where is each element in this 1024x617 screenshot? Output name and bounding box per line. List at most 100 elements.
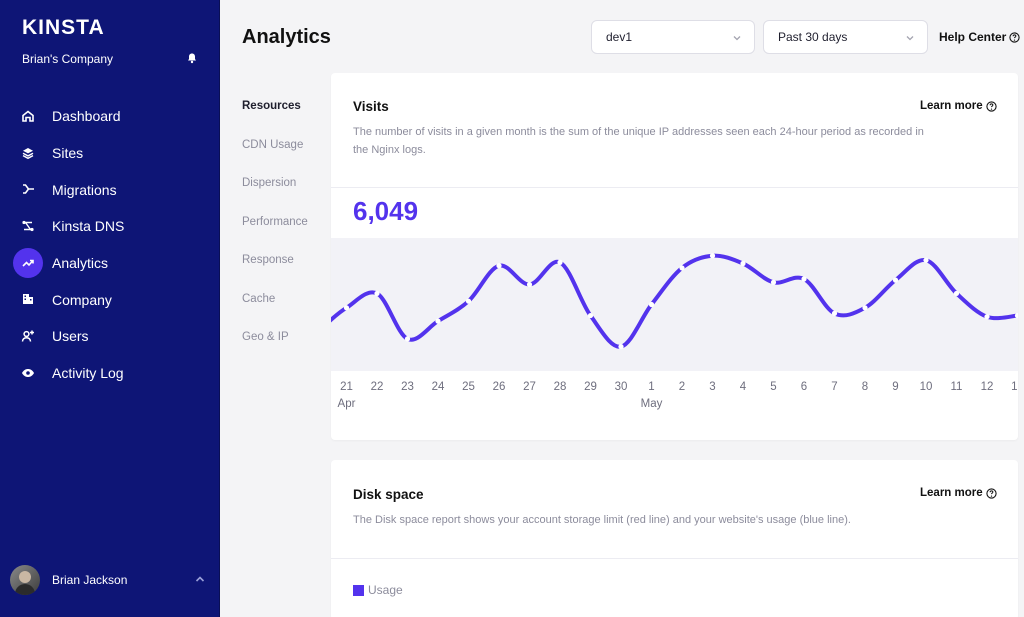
sidebar: KINSTA Brian's Company Dashboard Sites M… bbox=[0, 0, 220, 617]
data-point[interactable] bbox=[526, 281, 533, 288]
x-tick-label: 8 bbox=[862, 381, 868, 393]
data-point[interactable] bbox=[953, 290, 960, 297]
x-tick-label: 12 bbox=[981, 381, 994, 393]
data-point[interactable] bbox=[831, 310, 838, 316]
sidebar-item-label: Activity Log bbox=[52, 365, 124, 382]
dns-icon bbox=[13, 211, 43, 241]
data-point[interactable] bbox=[496, 263, 502, 269]
x-tick-label: 25 bbox=[462, 381, 475, 393]
data-point[interactable] bbox=[587, 312, 594, 319]
chevron-up-icon[interactable] bbox=[194, 573, 206, 585]
x-tick-label: 2 bbox=[679, 381, 685, 393]
chevron-down-icon bbox=[906, 36, 914, 41]
home-icon bbox=[13, 101, 43, 131]
divider bbox=[331, 558, 1018, 559]
x-tick-label: 22 bbox=[371, 381, 384, 393]
migration-icon bbox=[13, 174, 43, 204]
visits-chart-svg: 2122232425262728293012345678910111213Apr… bbox=[331, 253, 1018, 410]
data-point[interactable] bbox=[740, 260, 746, 267]
subnav-dispersion[interactable]: Dispersion bbox=[242, 177, 308, 216]
subnav-response[interactable]: Response bbox=[242, 254, 308, 293]
trend-icon bbox=[13, 247, 43, 278]
sidebar-item-company[interactable]: Company bbox=[0, 281, 220, 318]
visits-series-line bbox=[331, 253, 1018, 349]
x-tick-label: 3 bbox=[709, 381, 715, 393]
data-point[interactable] bbox=[709, 253, 716, 259]
data-point[interactable] bbox=[404, 336, 411, 342]
disk-space-card: Disk space Learn more The Disk space rep… bbox=[331, 460, 1018, 617]
data-point[interactable] bbox=[801, 276, 807, 282]
sidebar-item-migrations[interactable]: Migrations bbox=[0, 171, 220, 208]
x-tick-label: 9 bbox=[892, 381, 898, 393]
question-icon bbox=[986, 487, 997, 499]
site-select-value: dev1 bbox=[606, 30, 633, 44]
disk-space-description: The Disk space report shows your account… bbox=[353, 514, 851, 526]
x-tick-label: 27 bbox=[523, 381, 536, 393]
disk-space-title: Disk space bbox=[353, 487, 424, 502]
data-point[interactable] bbox=[618, 344, 624, 350]
period-select[interactable]: Past 30 days bbox=[763, 20, 928, 54]
visits-card: Visits Learn more The number of visits i… bbox=[331, 73, 1018, 440]
visits-total: 6,049 bbox=[353, 196, 419, 226]
data-point[interactable] bbox=[435, 318, 441, 324]
x-tick-label: 13 bbox=[1011, 381, 1018, 393]
company-name[interactable]: Brian's Company bbox=[22, 52, 113, 66]
user-menu[interactable]: Brian Jackson bbox=[10, 565, 210, 595]
sidebar-item-sites[interactable]: Sites bbox=[0, 135, 220, 172]
sidebar-item-label: Migrations bbox=[52, 181, 117, 198]
x-tick-label: 11 bbox=[951, 381, 963, 393]
data-point[interactable] bbox=[343, 305, 350, 311]
legend-usage-label: Usage bbox=[368, 583, 403, 597]
subnav-resources[interactable]: Resources bbox=[242, 100, 308, 139]
question-icon bbox=[1009, 31, 1020, 43]
bell-icon[interactable] bbox=[186, 52, 198, 64]
x-tick-label: 1 bbox=[648, 381, 654, 393]
subnav-geo-ip[interactable]: Geo & IP bbox=[242, 331, 308, 370]
period-select-value: Past 30 days bbox=[778, 30, 848, 44]
disk-learn-more-link[interactable]: Learn more bbox=[920, 487, 997, 499]
eye-icon bbox=[13, 358, 43, 388]
x-tick-label: 23 bbox=[401, 381, 414, 393]
learn-more-label: Learn more bbox=[920, 487, 983, 499]
kinsta-logo[interactable]: KINSTA bbox=[22, 16, 105, 40]
data-point[interactable] bbox=[374, 290, 380, 297]
sidebar-item-users[interactable]: Users bbox=[0, 318, 220, 355]
sidebar-item-analytics[interactable]: Analytics bbox=[0, 245, 220, 282]
sidebar-item-label: Sites bbox=[52, 145, 84, 162]
x-tick-label: 5 bbox=[770, 381, 776, 393]
month-label: Apr bbox=[338, 398, 356, 410]
subnav-cache[interactable]: Cache bbox=[242, 293, 308, 332]
site-select[interactable]: dev1 bbox=[591, 20, 755, 54]
x-tick-label: 7 bbox=[831, 381, 837, 393]
x-tick-label: 28 bbox=[554, 381, 567, 393]
layers-icon bbox=[13, 138, 43, 168]
sidebar-item-label: Analytics bbox=[52, 255, 109, 272]
sidebar-nav: Dashboard Sites Migrations Kinsta DNS An… bbox=[0, 98, 220, 392]
visits-learn-more-link[interactable]: Learn more bbox=[920, 100, 997, 112]
data-point[interactable] bbox=[862, 305, 868, 311]
sidebar-item-label: Kinsta DNS bbox=[52, 218, 125, 235]
sidebar-item-dashboard[interactable]: Dashboard bbox=[0, 98, 220, 135]
sidebar-item-activity-log[interactable]: Activity Log bbox=[0, 355, 220, 392]
building-icon bbox=[13, 284, 43, 314]
help-center-link[interactable]: Help Center bbox=[939, 30, 1020, 44]
x-tick-label: 26 bbox=[493, 381, 506, 393]
x-tick-label: 6 bbox=[801, 381, 807, 393]
data-point[interactable] bbox=[984, 314, 990, 320]
data-point[interactable] bbox=[648, 301, 655, 308]
subnav-cdn-usage[interactable]: CDN Usage bbox=[242, 139, 308, 178]
user-name: Brian Jackson bbox=[52, 573, 128, 587]
sidebar-item-label: Users bbox=[52, 328, 89, 345]
data-point[interactable] bbox=[923, 257, 929, 263]
data-point[interactable] bbox=[465, 298, 472, 304]
question-icon bbox=[986, 100, 997, 112]
data-point[interactable] bbox=[557, 259, 563, 265]
data-point[interactable] bbox=[770, 279, 777, 285]
chevron-down-icon bbox=[733, 36, 741, 41]
data-point[interactable] bbox=[679, 265, 685, 271]
sidebar-item-kinsta-dns[interactable]: Kinsta DNS bbox=[0, 208, 220, 245]
data-point[interactable] bbox=[892, 277, 899, 283]
x-tick-label: 21 bbox=[340, 381, 353, 393]
x-tick-label: 4 bbox=[740, 381, 747, 393]
subnav-performance[interactable]: Performance bbox=[242, 216, 308, 255]
